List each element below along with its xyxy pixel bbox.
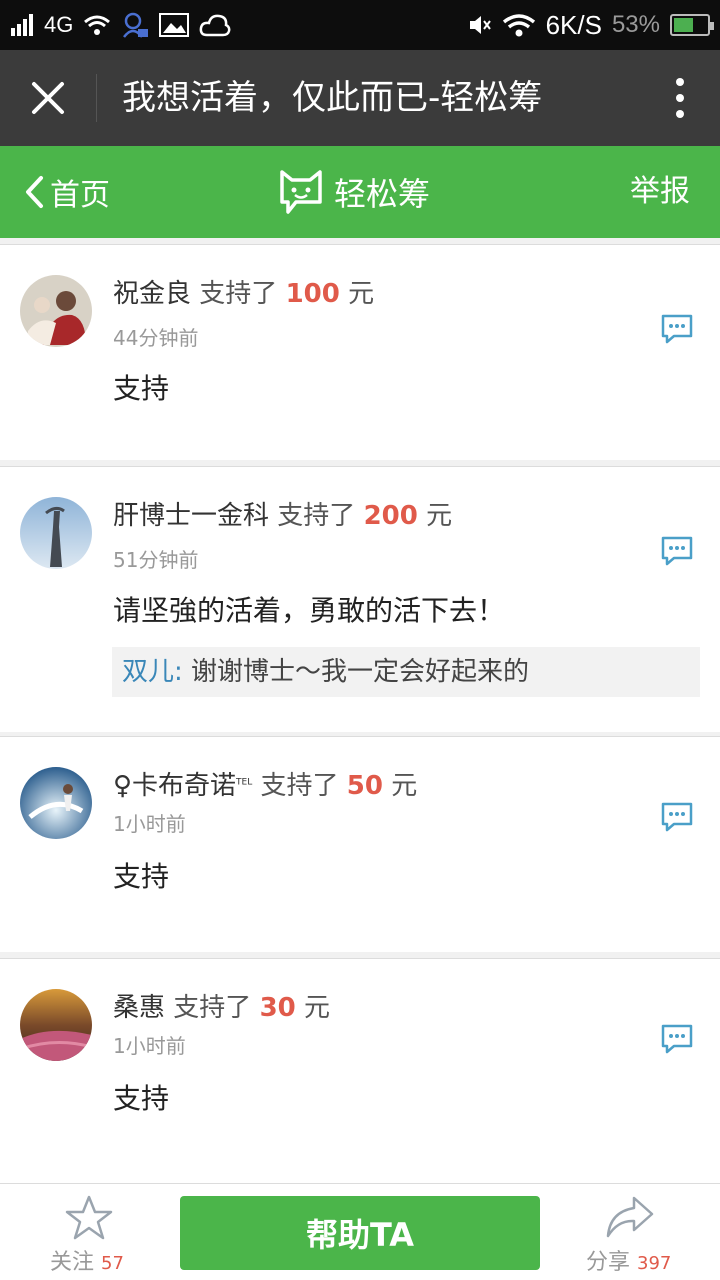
title-bar: 我想活着，仅此而已-轻松筹: [0, 50, 720, 146]
comment-message: 支持: [113, 1082, 170, 1115]
nav-bar: 首页 轻松筹 举报: [0, 146, 720, 238]
follow-count: 57: [101, 1253, 124, 1274]
page-title: 我想活着，仅此而已-轻松筹: [122, 78, 543, 118]
donation-amount: 200: [363, 501, 418, 531]
share-count: 397: [637, 1253, 672, 1274]
comment-time: 44分钟前: [113, 326, 199, 350]
wifi-icon: [84, 15, 111, 35]
comment-item: ♀卡布奇诺TEL 支持了 50 元 1小时前 支持: [0, 736, 720, 952]
reply-author[interactable]: 双儿:: [122, 657, 183, 687]
more-button[interactable]: [670, 78, 690, 118]
signal-icon: [11, 14, 33, 36]
donation-amount: 100: [285, 279, 340, 309]
status-bar: 4G 6K/S 53%: [0, 0, 720, 50]
network-speed: 6K/S: [545, 9, 602, 40]
comment-item: 祝金良 支持了 100 元 44分钟前 支持: [0, 244, 720, 460]
avatar[interactable]: [20, 989, 92, 1061]
image-icon: [159, 13, 190, 37]
back-label: 首页: [50, 178, 110, 213]
avatar[interactable]: [20, 767, 92, 839]
reply-box[interactable]: 双儿: 谢谢博士～我一定会好起来的: [112, 647, 700, 697]
donor-line: ♀卡布奇诺TEL 支持了 50 元: [113, 765, 417, 802]
avatar[interactable]: [20, 275, 92, 347]
currency-unit: 元: [391, 771, 418, 801]
comment-icon[interactable]: [660, 313, 694, 345]
comment-time: 51分钟前: [113, 548, 199, 572]
close-button[interactable]: [0, 50, 96, 146]
avatar[interactable]: [20, 497, 92, 569]
donor-line: 桑惠 支持了 30 元: [113, 987, 330, 1024]
follow-label-group: 关注 57: [50, 1244, 124, 1276]
star-icon: [65, 1195, 113, 1240]
help-button[interactable]: 帮助TA: [180, 1196, 540, 1270]
follow-label: 关注: [50, 1250, 95, 1275]
bottom-action-bar: 关注 57 帮助TA 分享 397: [0, 1183, 720, 1280]
donor-name[interactable]: 祝金良: [113, 279, 191, 309]
report-link[interactable]: 举报: [630, 146, 690, 238]
donation-amount: 50: [346, 771, 383, 801]
comment-message: 请坚強的活着，勇敢的活下去！: [113, 594, 506, 627]
wifi-icon: [502, 14, 535, 37]
back-home-link[interactable]: 首页: [24, 146, 110, 238]
currency-unit: 元: [348, 279, 375, 309]
brand-name: 轻松筹: [334, 175, 431, 213]
comment-list: 祝金良 支持了 100 元 44分钟前 支持 肝博士一金科 支持了 200 元 …: [0, 238, 720, 1183]
donor-name[interactable]: 肝博士一金科: [113, 501, 269, 531]
battery-percent: 53%: [611, 11, 660, 38]
support-verb: 支持了: [199, 279, 278, 309]
share-label: 分享: [586, 1250, 631, 1275]
share-label-group: 分享 397: [586, 1244, 671, 1276]
support-verb: 支持了: [260, 771, 339, 801]
battery-icon: [670, 14, 714, 36]
comment-icon[interactable]: [660, 1023, 694, 1055]
cat-logo-icon: [280, 170, 322, 214]
comment-icon[interactable]: [660, 535, 694, 567]
follow-button[interactable]: 关注 57: [40, 1194, 140, 1276]
donor-name[interactable]: 桑惠: [113, 993, 165, 1023]
support-verb: 支持了: [277, 501, 356, 531]
tel-badge: TEL: [236, 777, 253, 788]
comment-time: 1小时前: [113, 1034, 186, 1058]
currency-unit: 元: [426, 501, 453, 531]
close-icon: [32, 82, 64, 114]
cloud-icon: [199, 14, 231, 37]
notification-person-icon: [123, 12, 149, 38]
back-chevron-icon: [26, 176, 43, 208]
comment-item: 肝博士一金科 支持了 200 元 51分钟前 请坚強的活着，勇敢的活下去！ 双儿…: [0, 466, 720, 732]
donor-line: 肝博士一金科 支持了 200 元: [113, 495, 452, 532]
brand-logo: 轻松筹: [278, 146, 430, 238]
comment-message: 支持: [113, 372, 170, 405]
network-type: 4G: [44, 12, 74, 37]
title-divider: [96, 74, 97, 122]
comment-item: 桑惠 支持了 30 元 1小时前 支持: [0, 958, 720, 1183]
share-arrow-icon: [606, 1196, 654, 1238]
donor-name[interactable]: ♀卡布奇诺: [113, 771, 236, 801]
mute-icon: [469, 16, 491, 34]
donation-amount: 30: [259, 993, 296, 1023]
reply-text: 谢谢博士～我一定会好起来的: [182, 657, 530, 687]
comment-icon[interactable]: [660, 801, 694, 833]
comment-message: 支持: [113, 860, 170, 893]
battery-level-fill: [674, 18, 694, 32]
more-icon: [676, 78, 684, 86]
share-button[interactable]: 分享 397: [580, 1194, 690, 1276]
comment-time: 1小时前: [113, 812, 186, 836]
currency-unit: 元: [304, 993, 331, 1023]
donor-line: 祝金良 支持了 100 元: [113, 273, 374, 310]
support-verb: 支持了: [173, 993, 252, 1023]
